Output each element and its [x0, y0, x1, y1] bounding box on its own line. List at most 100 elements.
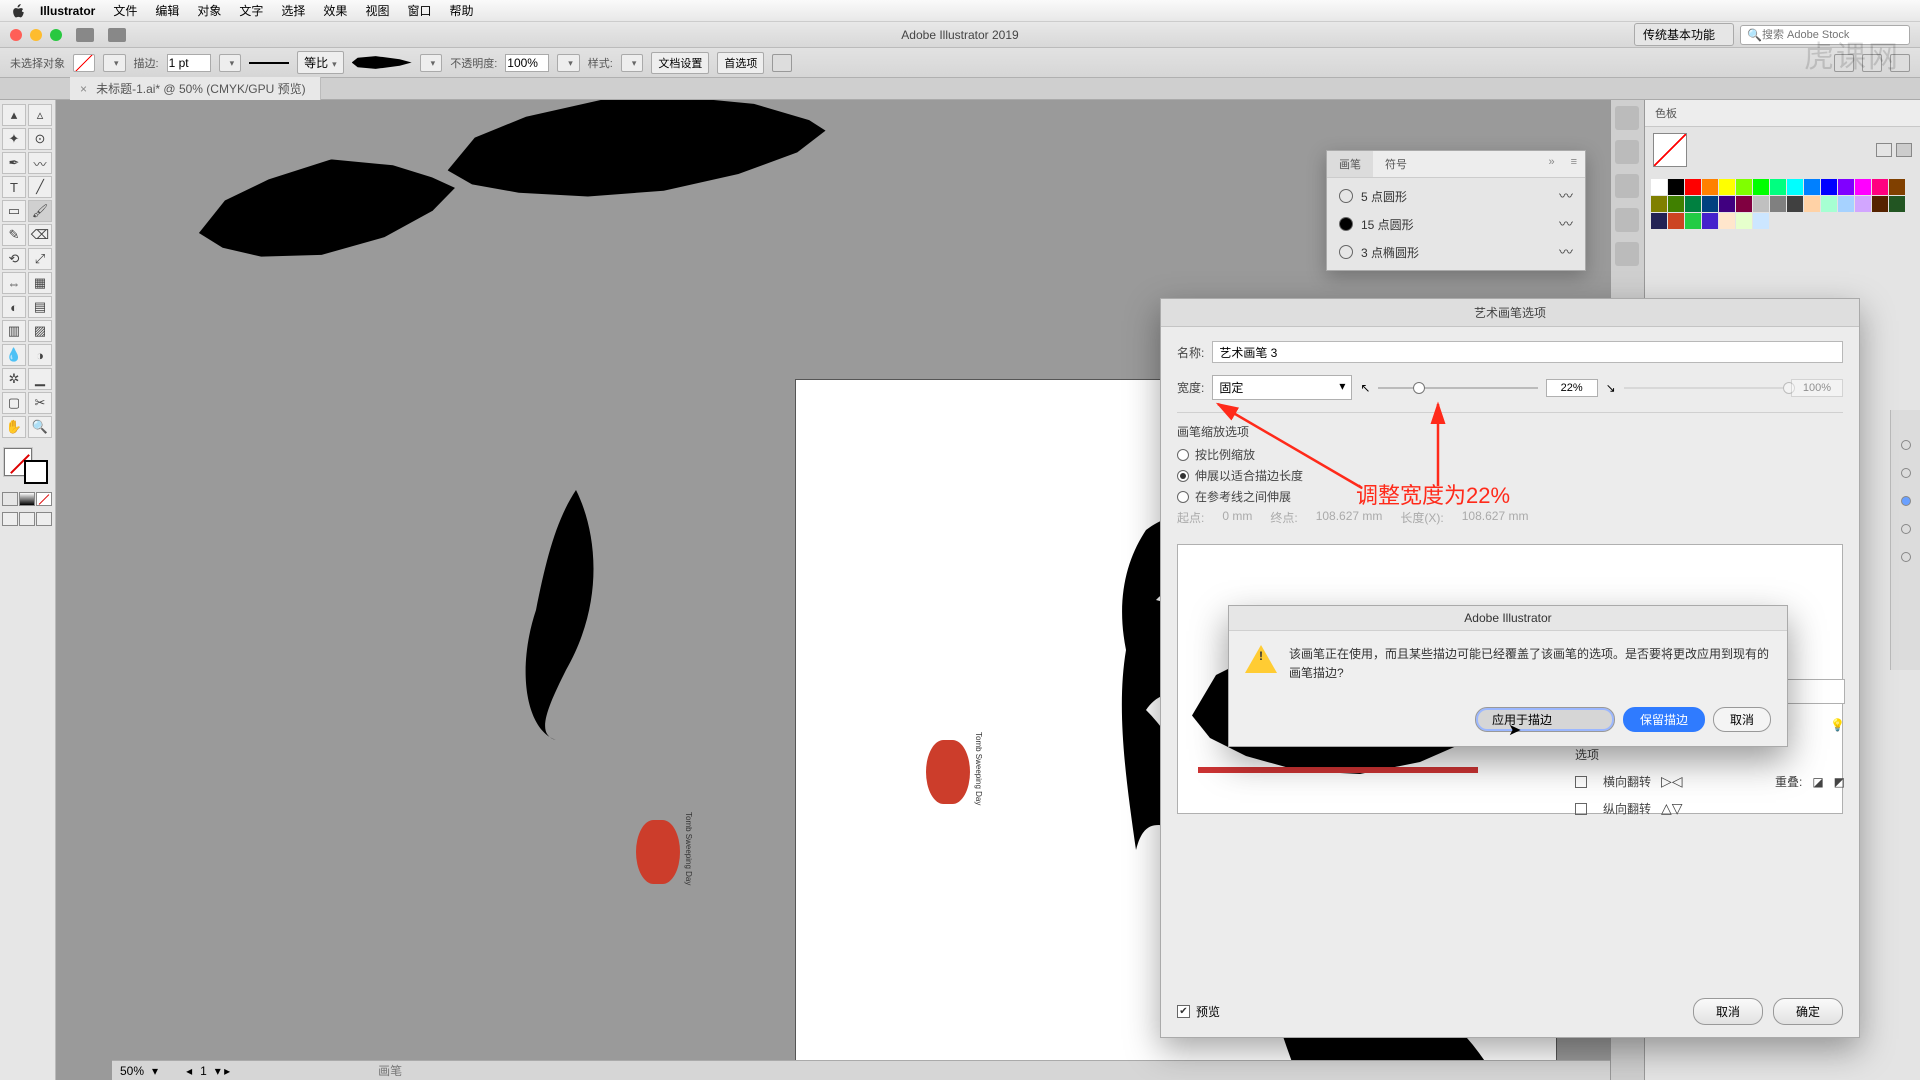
swatch-cell[interactable]	[1855, 179, 1871, 195]
swatch-cell[interactable]	[1889, 179, 1905, 195]
swatch-cell[interactable]	[1736, 196, 1752, 212]
swatch-cell[interactable]	[1821, 196, 1837, 212]
document-tab[interactable]: × 未标题-1.ai* @ 50% (CMYK/GPU 预览)	[70, 77, 321, 100]
draw-normal-icon[interactable]	[2, 512, 18, 526]
zoom-tool-icon[interactable]: 🔍	[28, 416, 52, 438]
menu-effect[interactable]: 效果	[323, 2, 347, 19]
align-icon[interactable]	[772, 54, 792, 72]
paintbrush-tool-icon[interactable]: 🖌	[28, 200, 52, 222]
document-setup-button[interactable]: 文档设置	[651, 52, 709, 74]
properties-panel-icon[interactable]	[1615, 106, 1639, 130]
gradient-mode-icon[interactable]	[19, 492, 35, 506]
fill-swatch-icon[interactable]	[73, 54, 95, 72]
width-slider[interactable]	[1378, 387, 1537, 389]
swatch-cell[interactable]	[1804, 179, 1820, 195]
width-value-input[interactable]: 22%	[1546, 379, 1598, 397]
line-tool-icon[interactable]: ╱	[28, 176, 52, 198]
swatch-cell[interactable]	[1787, 196, 1803, 212]
menu-select[interactable]: 选择	[281, 2, 305, 19]
tab-symbols[interactable]: 符号	[1373, 151, 1419, 177]
flip-left-icon[interactable]: ↖	[1360, 381, 1370, 395]
menu-help[interactable]: 帮助	[449, 2, 473, 19]
brush-name-input[interactable]	[1212, 341, 1843, 363]
blend-tool-icon[interactable]: ◑	[28, 344, 52, 366]
swatch-cell[interactable]	[1838, 179, 1854, 195]
swatch-cell[interactable]	[1685, 213, 1701, 229]
preferences-button[interactable]: 首选项	[717, 52, 764, 74]
swatch-cell[interactable]	[1855, 196, 1871, 212]
tips-icon[interactable]: 💡	[1830, 718, 1845, 732]
tab-brushes[interactable]: 画笔	[1327, 151, 1373, 177]
swatch-cell[interactable]	[1753, 179, 1769, 195]
panel-menu-icon[interactable]: ≡	[1563, 151, 1585, 177]
nav-dot[interactable]	[1901, 440, 1911, 450]
close-window-icon[interactable]	[10, 29, 22, 41]
arrange-documents-icon[interactable]	[108, 28, 126, 42]
preview-checkbox[interactable]	[1177, 1005, 1190, 1018]
fill-stroke-proxy[interactable]	[2, 446, 50, 486]
swatch-cell[interactable]	[1889, 196, 1905, 212]
free-transform-tool-icon[interactable]: ▦	[28, 272, 52, 294]
draw-behind-icon[interactable]	[19, 512, 35, 526]
ok-button[interactable]: 确定	[1773, 998, 1843, 1025]
rotate-tool-icon[interactable]: ⟲	[2, 248, 26, 270]
panel-menu-icon[interactable]	[1890, 54, 1910, 72]
pen-tool-icon[interactable]: ✒	[2, 152, 26, 174]
workspace-dropdown[interactable]: 传统基本功能	[1634, 23, 1734, 46]
brush-list-item[interactable]: 3 点椭圆形〰	[1335, 238, 1577, 266]
menu-view[interactable]: 视图	[365, 2, 389, 19]
eraser-tool-icon[interactable]: ⌫	[28, 224, 52, 246]
swatch-cell[interactable]	[1872, 196, 1888, 212]
direct-selection-tool-icon[interactable]: ▵	[28, 104, 52, 126]
radio-stretch-guides[interactable]: 在参考线之间伸展	[1177, 488, 1843, 505]
width-mode-dropdown[interactable]: 固定▾	[1212, 375, 1352, 400]
swatch-cell[interactable]	[1872, 179, 1888, 195]
shaper-tool-icon[interactable]: ✎	[2, 224, 26, 246]
opacity-input[interactable]	[505, 54, 549, 72]
swatch-cell[interactable]	[1770, 179, 1786, 195]
swatch-cell[interactable]	[1821, 179, 1837, 195]
rectangle-tool-icon[interactable]: ▭	[2, 200, 26, 222]
leave-strokes-button[interactable]: 保留描边	[1623, 707, 1705, 732]
hand-tool-icon[interactable]: ✋	[2, 416, 26, 438]
menu-type[interactable]: 文字	[239, 2, 263, 19]
style-dropdown[interactable]	[621, 54, 644, 72]
appearance-panel-icon[interactable]	[1615, 208, 1639, 232]
flip-v-checkbox[interactable]	[1575, 803, 1587, 815]
nav-dot[interactable]	[1901, 524, 1911, 534]
artboard-tool-icon[interactable]: ▢	[2, 392, 26, 414]
swatch-cell[interactable]	[1804, 196, 1820, 212]
apply-to-strokes-button[interactable]: 应用于描边	[1475, 707, 1615, 732]
current-fill-icon[interactable]	[1653, 133, 1687, 167]
none-mode-icon[interactable]	[36, 492, 52, 506]
swatch-cell[interactable]	[1719, 179, 1735, 195]
mesh-tool-icon[interactable]: ▥	[2, 320, 26, 342]
swatch-cell[interactable]	[1736, 179, 1752, 195]
type-tool-icon[interactable]: T	[2, 176, 26, 198]
alert-cancel-button[interactable]: 取消	[1713, 707, 1771, 732]
swatch-cell[interactable]	[1702, 179, 1718, 195]
swatch-list-view-icon[interactable]	[1876, 143, 1892, 157]
artboard-nav[interactable]: 1	[200, 1064, 207, 1078]
magic-wand-tool-icon[interactable]: ✦	[2, 128, 26, 150]
lasso-tool-icon[interactable]: ⊙	[28, 128, 52, 150]
nav-dot-active[interactable]	[1901, 496, 1911, 506]
eyedropper-tool-icon[interactable]: 💧	[2, 344, 26, 366]
scale-tool-icon[interactable]: ⤢	[28, 248, 52, 270]
swatch-cell[interactable]	[1770, 196, 1786, 212]
swatch-cell[interactable]	[1719, 213, 1735, 229]
gradient-tool-icon[interactable]: ▨	[28, 320, 52, 342]
slice-tool-icon[interactable]: ✂	[28, 392, 52, 414]
opacity-dropdown[interactable]	[557, 54, 580, 72]
brush-dropdown[interactable]	[420, 54, 443, 72]
width-tool-icon[interactable]: ⇔	[2, 272, 26, 294]
shape-builder-tool-icon[interactable]: ◐	[2, 296, 26, 318]
home-icon[interactable]	[76, 28, 94, 42]
minimize-window-icon[interactable]	[30, 29, 42, 41]
nav-dot[interactable]	[1901, 468, 1911, 478]
menu-window[interactable]: 窗口	[407, 2, 431, 19]
variable-width-dropdown[interactable]: 等比	[297, 51, 344, 74]
flip-right-icon[interactable]: ↘	[1606, 381, 1616, 395]
swatch-cell[interactable]	[1838, 196, 1854, 212]
overlap-mode-2-icon[interactable]: ◩	[1834, 775, 1845, 789]
